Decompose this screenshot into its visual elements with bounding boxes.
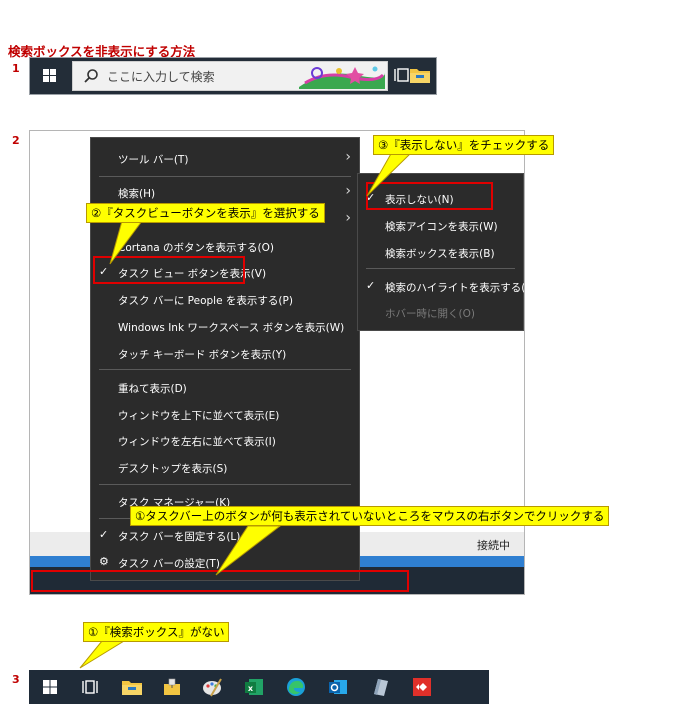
menu-item-label: 重ねて表示(D) [118,383,187,395]
menu-item-touch-keyboard[interactable]: タッチ キーボード ボタンを表示(Y) [91,344,359,364]
menu-item-toolbars[interactable]: ツール バー(T) › [91,149,359,169]
notes-app-icon[interactable] [369,676,391,698]
svg-text:x: x [248,684,254,693]
menu-item-label: タッチ キーボード ボタンを表示(Y) [118,349,287,361]
section-number-1: 1 [12,62,20,75]
section-number-2: 2 [12,134,20,147]
callout-step3: ③『表示しない』をチェックする [373,135,555,155]
search-box[interactable]: ここに入力して検索 [72,61,388,91]
checkmark-icon: ✓ [99,528,109,541]
callout-step1: ①タスクバー上のボタンが何も表示されていないところをマウスの右ボタンでクリックす… [130,506,610,526]
section-number-3: 3 [12,673,20,686]
file-explorer-icon[interactable] [408,64,432,86]
menu-item-cortana[interactable]: Cortana のボタンを表示する(O) [91,237,359,257]
submenu-item-search-box[interactable]: 検索ボックスを表示(B) [358,243,523,263]
menu-item-label: Windows Ink ワークスペース ボタンを表示(W) [118,322,345,334]
menu-item-people[interactable]: タスク バーに People を表示する(P) [91,290,359,310]
menu-item-search[interactable]: 検索(H) › [91,183,359,203]
task-view-icon[interactable] [79,676,101,698]
menu-item-show-desktop[interactable]: デスクトップを表示(S) [91,458,359,478]
menu-item-windows-ink[interactable]: Windows Ink ワークスペース ボタンを表示(W) [91,317,359,337]
checkmark-icon: ✓ [366,279,376,292]
search-highlight-illustration-icon [299,66,385,89]
windows-logo-icon [43,69,56,82]
chevron-right-icon: › [345,149,351,165]
menu-item-label: タスク バーを固定する(L) [118,531,241,543]
menu-item-label: Cortana のボタンを表示する(O) [118,242,275,254]
taskbar-without-search: x [29,670,489,704]
submenu-item-search-icon[interactable]: 検索アイコンを表示(W) [358,216,523,236]
menu-item-label: 検索ボックスを表示(B) [385,248,495,260]
menu-divider [99,176,351,177]
remote-access-icon[interactable] [411,676,433,698]
start-button[interactable] [30,58,70,94]
menu-item-label: ウィンドウを左右に並べて表示(I) [118,436,276,448]
callout-step2: ②『タスクビューボタンを表示』を選択する [86,203,325,223]
menu-item-label: デスクトップを表示(S) [118,463,228,475]
highlight-hide-search [366,182,493,210]
menu-item-label: タスク バーに People を表示する(P) [118,295,293,307]
gear-icon: ⚙ [99,555,109,568]
taskbar-with-search: ここに入力して検索 [29,57,437,95]
callout-no-search-box: ①『検索ボックス』がない [83,622,230,642]
menu-item-label: ツール バー(T) [118,154,189,166]
chevron-right-icon: › [345,183,351,199]
search-icon [84,69,98,83]
search-placeholder: ここに入力して検索 [107,70,215,84]
outlook-icon[interactable] [327,676,349,698]
edge-browser-icon[interactable] [285,676,307,698]
menu-item-label: 検索のハイライトを表示する(H) [385,282,525,294]
submenu-item-search-highlights[interactable]: ✓ 検索のハイライトを表示する(H) [358,277,525,297]
windows-logo-icon[interactable] [39,676,61,698]
submenu-item-open-on-hover: ホバー時に開く(O) [358,303,523,323]
menu-item-lock-taskbar[interactable]: ✓ タスク バーを固定する(L) [91,526,359,546]
highlight-task-view [93,256,245,284]
menu-divider [366,268,515,269]
menu-item-stacked[interactable]: ウィンドウを上下に並べて表示(E) [91,405,359,425]
menu-divider [99,369,351,370]
menu-item-label: 検索アイコンを表示(W) [385,221,498,233]
chevron-right-icon: › [345,210,351,226]
menu-item-label: ウィンドウを上下に並べて表示(E) [118,410,280,422]
connection-status: 接続中 [477,539,510,552]
menu-divider [99,484,351,485]
paint-palette-icon[interactable] [201,676,223,698]
network-folder-icon[interactable] [161,676,183,698]
menu-item-side-by-side[interactable]: ウィンドウを左右に並べて表示(I) [91,431,359,451]
menu-item-label: ホバー時に開く(O) [385,308,475,320]
menu-item-label: 検索(H) [118,188,156,200]
menu-item-cascade[interactable]: 重ねて表示(D) [91,378,359,398]
file-explorer-icon[interactable] [121,676,143,698]
menu-item-label: タスク バーの設定(T) [118,558,220,570]
excel-icon[interactable]: x [243,676,265,698]
highlight-taskbar-area [31,570,409,592]
